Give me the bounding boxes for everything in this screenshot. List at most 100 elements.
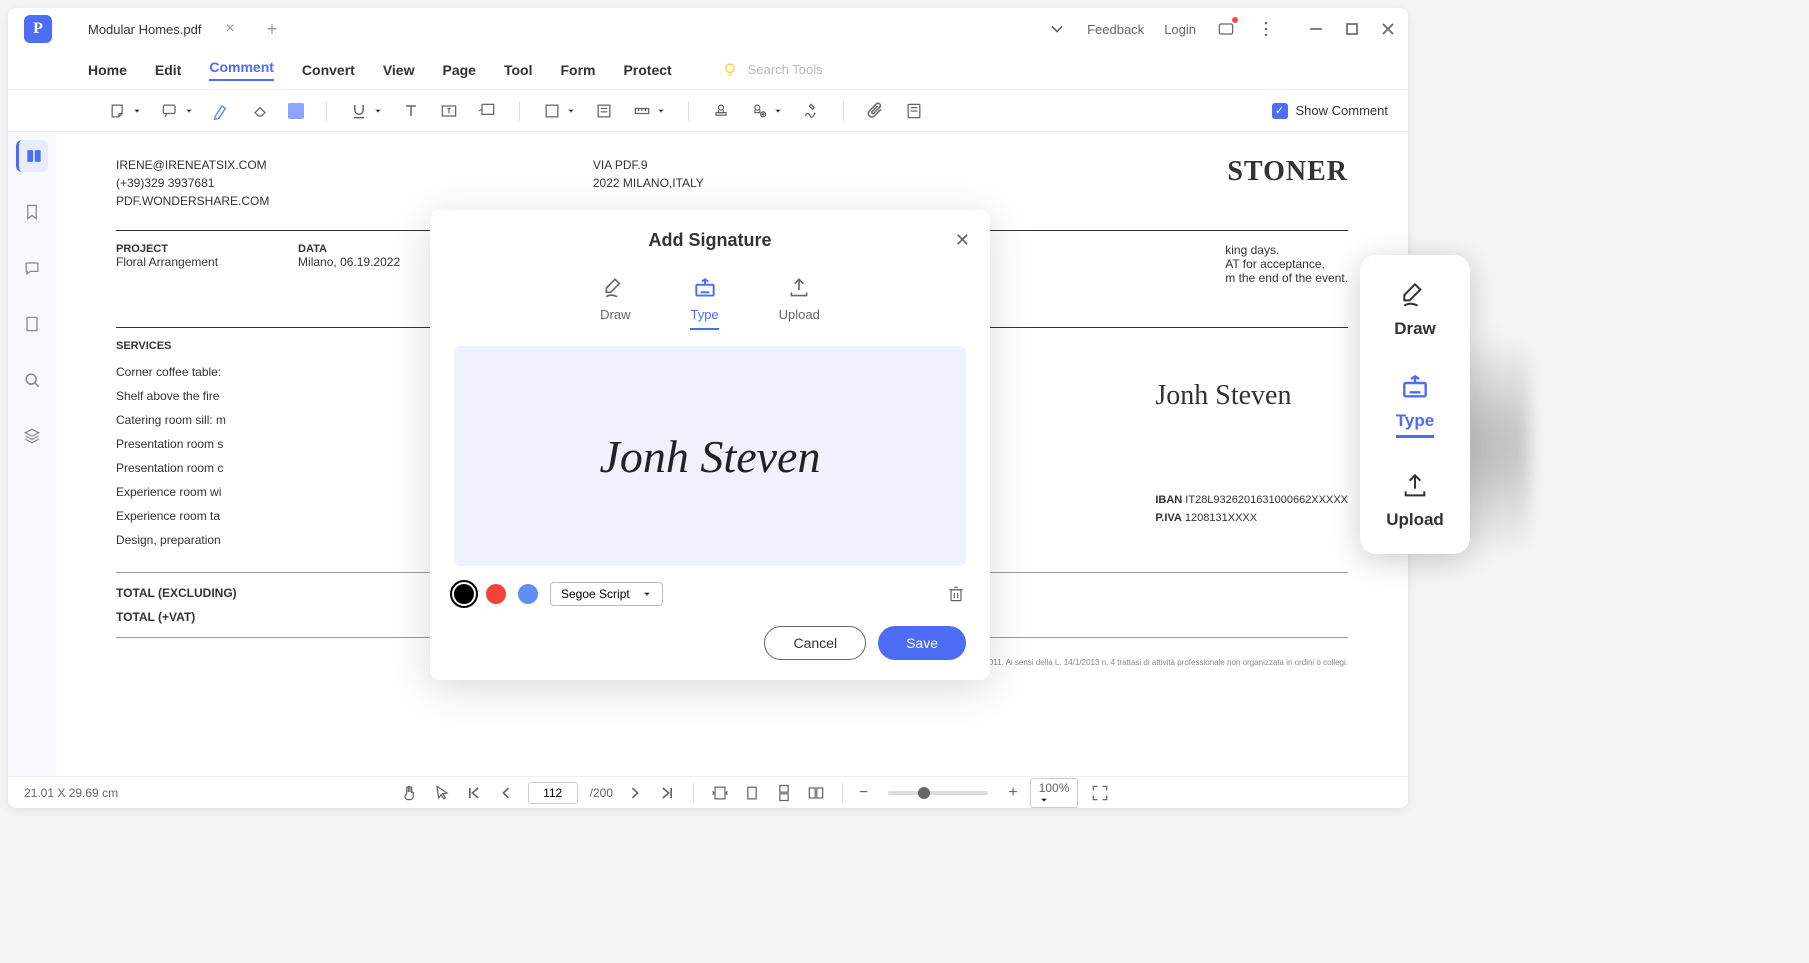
menu-home[interactable]: Home (88, 62, 127, 78)
eraser-tool[interactable] (250, 101, 270, 121)
prev-page-icon[interactable] (496, 783, 516, 803)
lightbulb-icon (720, 60, 740, 80)
keyboard-icon (1399, 371, 1431, 403)
fit-width-icon[interactable] (710, 783, 730, 803)
color-red[interactable] (486, 584, 506, 604)
signature-canvas[interactable]: Jonh Steven (454, 346, 966, 566)
underline-tool[interactable] (349, 101, 383, 121)
modal-actions: Cancel Save (454, 626, 966, 660)
last-page-icon[interactable] (657, 783, 677, 803)
callout-draw[interactable]: Draw (1394, 279, 1436, 339)
highlight-tool[interactable] (212, 101, 232, 121)
first-page-icon[interactable] (464, 783, 484, 803)
save-button[interactable]: Save (878, 626, 966, 660)
page-dimensions: 21.01 X 29.69 cm (24, 786, 118, 800)
maximize-button[interactable] (1340, 17, 1364, 41)
color-blue[interactable] (518, 584, 538, 604)
menu-convert[interactable]: Convert (302, 62, 355, 78)
add-tab-icon[interactable]: + (267, 19, 278, 40)
titlebar: P Modular Homes.pdf × + Feedback Login (8, 8, 1408, 50)
text-callout-tool[interactable] (477, 101, 497, 121)
stamp-tool[interactable] (711, 101, 731, 121)
select-tool-icon[interactable] (432, 783, 452, 803)
callout-shadow (1460, 260, 1530, 630)
shape-color[interactable] (288, 103, 304, 119)
menubar: Home Edit Comment Convert View Page Tool… (8, 50, 1408, 90)
sidebar-thumbnails[interactable] (16, 140, 48, 172)
close-button[interactable] (1376, 17, 1400, 41)
page-number-input[interactable] (528, 782, 578, 804)
titlebar-right: Feedback Login (1047, 17, 1400, 41)
attachment-tool[interactable] (866, 101, 886, 121)
menu-comment[interactable]: Comment (209, 59, 274, 81)
callout-upload[interactable]: Upload (1386, 470, 1444, 530)
zoom-in-icon[interactable]: + (1008, 784, 1017, 802)
tab-filename: Modular Homes.pdf (88, 22, 201, 37)
callout-tool[interactable] (160, 101, 194, 121)
next-page-icon[interactable] (625, 783, 645, 803)
keyboard-icon (692, 275, 718, 301)
statusbar: 21.01 X 29.69 cm /200 − + 100% (8, 776, 1408, 808)
file-tab[interactable]: Modular Homes.pdf × (72, 12, 251, 46)
continuous-icon[interactable] (774, 783, 794, 803)
modal-close-icon[interactable]: ✕ (955, 230, 970, 251)
kebab-menu-icon[interactable] (1256, 19, 1276, 39)
textbox-tool[interactable] (439, 101, 459, 121)
text-tool[interactable] (401, 101, 421, 121)
fullscreen-icon[interactable] (1090, 783, 1110, 803)
search-placeholder: Search Tools (748, 62, 823, 77)
minimize-button[interactable] (1304, 17, 1328, 41)
typed-signature: Jonh Steven (600, 430, 821, 483)
two-page-icon[interactable] (806, 783, 826, 803)
upload-icon (1399, 470, 1431, 502)
menu-tool[interactable]: Tool (504, 62, 533, 78)
cancel-button[interactable]: Cancel (764, 626, 866, 660)
menu-page[interactable]: Page (442, 62, 475, 78)
feedback-link[interactable]: Feedback (1087, 22, 1144, 37)
rectangle-tool[interactable] (542, 101, 576, 121)
login-link[interactable]: Login (1164, 22, 1196, 37)
menu-view[interactable]: View (383, 62, 415, 78)
menu-edit[interactable]: Edit (155, 62, 181, 78)
hand-tool-icon[interactable] (400, 783, 420, 803)
add-signature-modal: Add Signature ✕ Draw Type Upload Jonh St… (430, 210, 990, 680)
pen-icon (602, 275, 628, 301)
sidebar-layers[interactable] (16, 420, 48, 452)
sidebar-comments[interactable] (16, 252, 48, 284)
tab-draw[interactable]: Draw (600, 275, 630, 330)
sidebar-search[interactable] (16, 364, 48, 396)
doc-signature: Jonh Steven (1155, 380, 1348, 412)
stamp-create-tool[interactable] (749, 101, 783, 121)
comment-toolbar: ✓ Show Comment (8, 90, 1408, 132)
signature-options: Segoe Script (454, 582, 966, 606)
show-comment-toggle[interactable]: ✓ Show Comment (1272, 103, 1388, 119)
zoom-select[interactable]: 100% (1030, 778, 1079, 808)
sidebar (8, 132, 56, 776)
zoom-slider[interactable] (888, 791, 988, 795)
page-total: /200 (590, 786, 613, 800)
note-tool[interactable] (108, 101, 142, 121)
tab-upload[interactable]: Upload (779, 275, 820, 330)
check-icon: ✓ (1272, 103, 1288, 119)
color-black[interactable] (454, 584, 474, 604)
area-highlight-tool[interactable] (594, 101, 614, 121)
tab-type[interactable]: Type (690, 275, 718, 330)
font-select[interactable]: Segoe Script (550, 582, 663, 606)
close-tab-icon[interactable]: × (225, 20, 234, 38)
upload-icon (786, 275, 812, 301)
signature-tool[interactable] (801, 101, 821, 121)
search-tools[interactable]: Search Tools (720, 60, 823, 80)
single-page-icon[interactable] (742, 783, 762, 803)
chevron-down-icon[interactable] (1047, 19, 1067, 39)
menu-form[interactable]: Form (560, 62, 595, 78)
delete-signature-icon[interactable] (946, 584, 966, 604)
menu-protect[interactable]: Protect (623, 62, 671, 78)
measure-tool[interactable] (632, 101, 666, 121)
zoom-out-icon[interactable]: − (859, 784, 868, 802)
doc-logo: STONER (1227, 156, 1348, 188)
comment-list-tool[interactable] (904, 101, 924, 121)
sidebar-bookmarks[interactable] (16, 196, 48, 228)
notification-icon[interactable] (1216, 19, 1236, 39)
sidebar-attachments[interactable] (16, 308, 48, 340)
callout-type[interactable]: Type (1396, 371, 1434, 438)
